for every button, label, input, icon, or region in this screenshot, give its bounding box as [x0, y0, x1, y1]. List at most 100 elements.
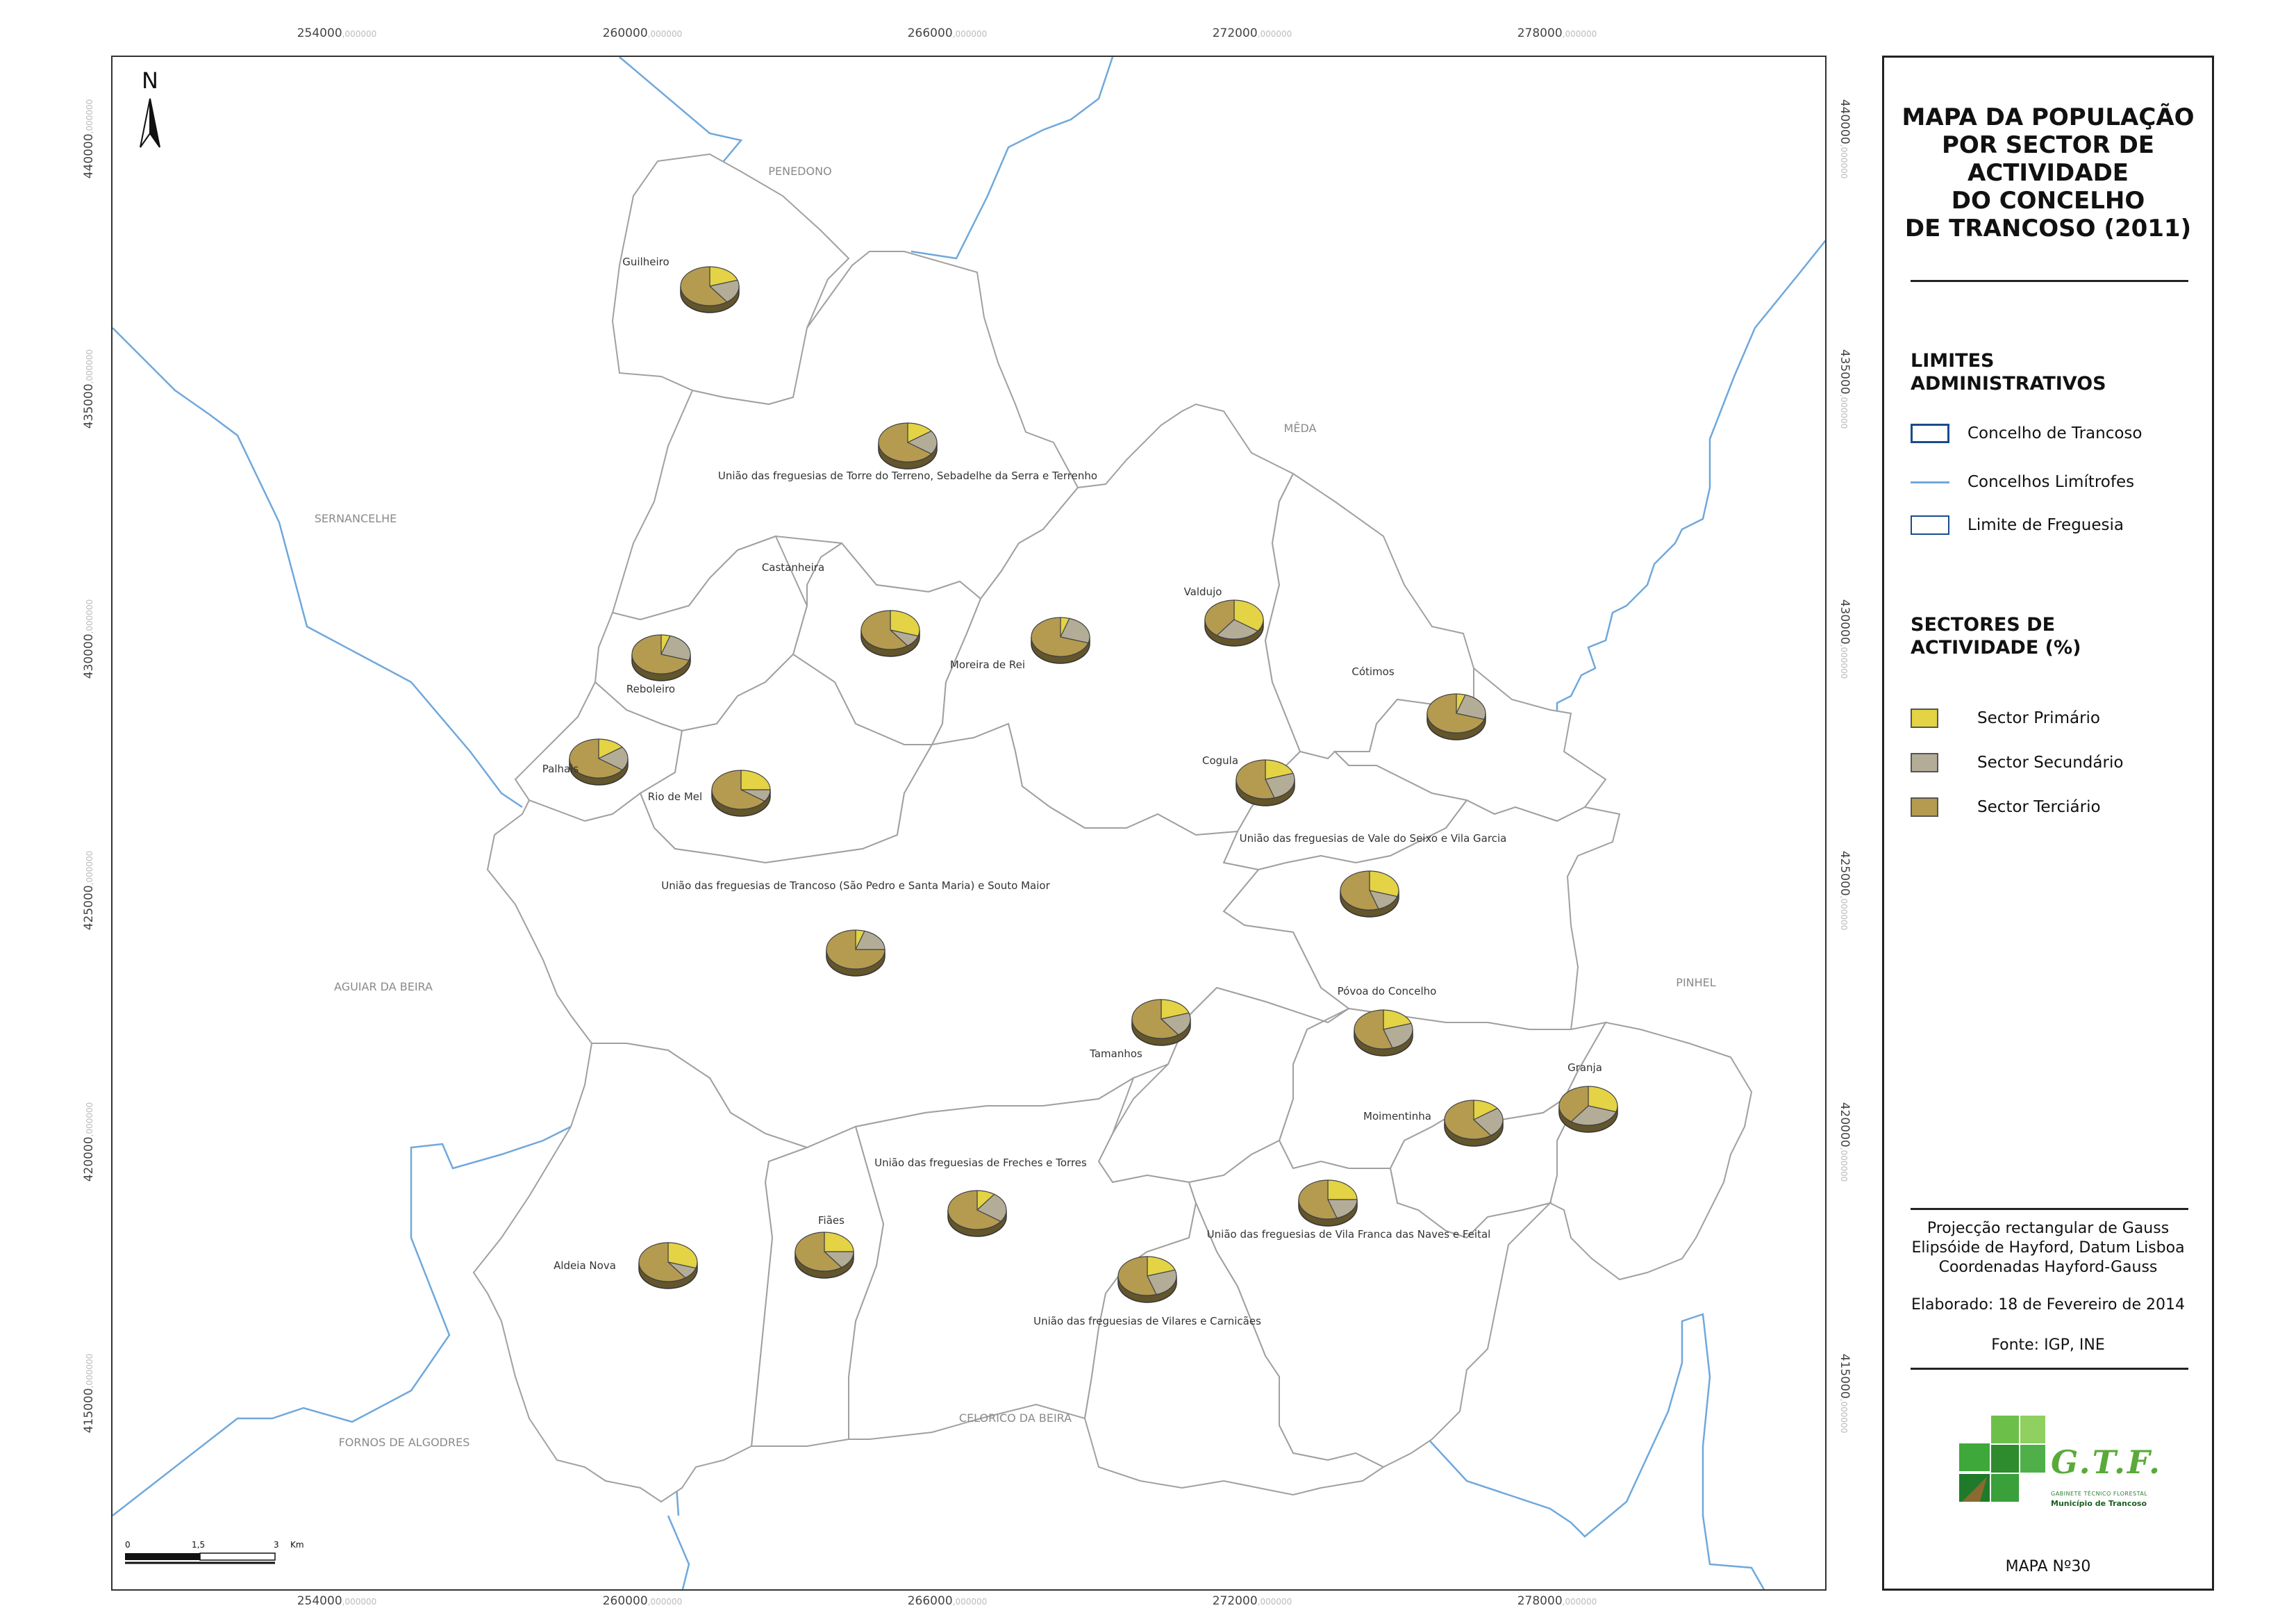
limits-section-title: LIMITES ADMINISTRATIVOS [1911, 349, 2106, 395]
pie-chart[interactable] [1298, 1179, 1358, 1227]
parish-boundaries [472, 153, 1753, 1503]
river-line-north-b [910, 57, 1114, 260]
pie-chart[interactable] [1031, 617, 1090, 664]
pie-chart[interactable] [878, 422, 938, 470]
grid-label-top: 260000,000000 [602, 26, 683, 40]
grid-label-right: 415000,000000 [1838, 1353, 1852, 1434]
grid-label-top: 278000,000000 [1517, 26, 1597, 40]
pie-chart[interactable] [1444, 1100, 1504, 1147]
primario-swatch [1911, 709, 1938, 728]
pie-chart[interactable] [711, 770, 771, 817]
pie-chart[interactable] [1354, 1009, 1413, 1057]
north-arrow-right-half [149, 98, 160, 148]
neighbor-label: MÊDA [1284, 422, 1317, 435]
grid-label-left: 415000,000000 [82, 1353, 96, 1434]
scale-bar: 0 1,5 3 Km [125, 1540, 304, 1564]
legend-row-limitrofes: Concelhos Limítrofes [1911, 470, 2134, 494]
parish-label: Moimentinha [1363, 1110, 1431, 1122]
grid-label-bottom: 272000,000000 [1212, 1594, 1292, 1608]
data-source: Fonte: IGP, INE [1991, 1336, 2105, 1354]
grid-label-right: 430000,000000 [1838, 599, 1852, 679]
parish-label: Granja [1567, 1061, 1602, 1074]
pie-chart[interactable] [1117, 1256, 1177, 1303]
legend-row-primario: Sector Primário [1911, 706, 2100, 730]
pie-chart[interactable] [1340, 870, 1399, 918]
parish-label: Valdujo [1184, 586, 1222, 598]
parish-label: Reboleiro [626, 683, 675, 695]
map-number: MAPA Nº30 [2005, 1558, 2091, 1575]
map-title-line: MAPA DA POPULAÇÃO [1902, 103, 2195, 131]
north-arrow: N [140, 67, 160, 148]
elaborated-date: Elaborado: 18 de Fevereiro de 2014 [1911, 1296, 2185, 1314]
grid-label-bottom: 266000,000000 [907, 1594, 988, 1608]
projection-line: Elipsóide de Hayford, Datum Lisboa [1911, 1239, 2185, 1257]
grid-label-top: 266000,000000 [907, 26, 988, 40]
gtf-logo: G.T.F. GABINETE TÉCNICO FLORESTAL Municí… [1959, 1416, 2160, 1520]
legend-row-terciario: Sector Terciário [1911, 795, 2101, 819]
pie-chart[interactable] [1426, 693, 1486, 740]
grid-label-bottom: 254000,000000 [297, 1594, 377, 1608]
neighbor-label: AGUIAR DA BEIRA [334, 980, 433, 993]
scale-bar-seg-1 [125, 1553, 200, 1560]
legend-label: Sector Terciário [1977, 798, 2101, 816]
map-title-line: POR SECTOR DE [1941, 131, 2155, 159]
parish-label: Aldeia Nova [554, 1259, 616, 1272]
parish-label: Cogula [1202, 754, 1238, 767]
neighbor-label: SERNANCELHE [315, 512, 397, 525]
pie-chart[interactable] [569, 738, 629, 786]
pie-chart[interactable] [947, 1190, 1007, 1237]
legend-row-concelho: Concelho de Trancoso [1911, 422, 2142, 445]
north-arrow-label: N [142, 67, 158, 94]
grid-label-left: 435000,000000 [82, 349, 96, 429]
pie-chart[interactable] [860, 610, 920, 657]
pie-chart[interactable] [1558, 1086, 1618, 1133]
concelho-swatch [1911, 424, 1949, 443]
parish-label: Tamanhos [1089, 1047, 1142, 1060]
gtf-logo-cross [1959, 1416, 2045, 1502]
parish-label: Póvoa do Concelho [1338, 985, 1437, 997]
secundario-swatch [1911, 753, 1938, 772]
river-line-east [1514, 239, 1825, 752]
grid-label-left: 430000,000000 [82, 599, 96, 679]
map-title-line: ACTIVIDADE [1967, 159, 2129, 187]
parish-label: Guilheiro [622, 256, 669, 268]
sectors-title-line: ACTIVIDADE (%) [1911, 637, 2081, 658]
scale-bar-seg-2 [199, 1552, 276, 1561]
legend-label: Concelho de Trancoso [1968, 424, 2143, 442]
grid-label-left: 425000,000000 [82, 850, 96, 931]
parish-label: União das freguesias de Vale do Seixo e … [1240, 832, 1507, 845]
pie-chart[interactable] [638, 1242, 698, 1289]
limitrofes-swatch [1911, 481, 1949, 483]
info-divider-top [1911, 1208, 2188, 1210]
pie-chart[interactable] [826, 929, 885, 977]
terciario-swatch [1911, 797, 1938, 817]
parish-label: União das freguesias de Vila Franca das … [1207, 1228, 1491, 1241]
pie-chart[interactable] [1131, 999, 1191, 1046]
legend-label: Concelhos Limítrofes [1968, 473, 2135, 491]
parish-label: União das freguesias de Torre do Terreno… [718, 470, 1097, 482]
parish-label: União das freguesias de Trancoso (São Pe… [661, 879, 1050, 892]
neighbor-label: PINHEL [1676, 976, 1715, 989]
legend-label: Sector Secundário [1977, 754, 2124, 772]
scale-label-unit: Km [290, 1540, 304, 1550]
pie-chart[interactable] [795, 1232, 854, 1279]
freguesia-swatch [1911, 515, 1949, 535]
projection-line: Projecção rectangular de Gauss [1927, 1220, 2170, 1237]
limits-title-line: LIMITES [1911, 350, 1995, 372]
scale-label-0: 0 [125, 1540, 131, 1550]
pie-chart[interactable] [631, 634, 691, 681]
grid-label-top: 272000,000000 [1212, 26, 1292, 40]
grid-label-left: 420000,000000 [82, 1102, 96, 1182]
map-title-line: DE TRANCOSO (2011) [1904, 215, 2192, 242]
grid-label-right: 435000,000000 [1838, 349, 1852, 429]
pie-chart[interactable] [1236, 759, 1295, 806]
legend-row-secundario: Sector Secundário [1911, 751, 2123, 774]
pie-chart[interactable] [1204, 599, 1264, 647]
parish-label: União das freguesias de Vilares e Carnic… [1033, 1315, 1261, 1327]
map-canvas[interactable]: PENEDONO SERNANCELHE MÊDA AGUIAR DA BEIRA PI… [113, 57, 1827, 1591]
neighbor-label: FORNOS DE ALGODRES [339, 1436, 470, 1449]
pie-chart[interactable] [680, 266, 740, 313]
grid-label-right: 440000,000000 [1838, 99, 1852, 179]
legend-panel: MAPA DA POPULAÇÃO POR SECTOR DE ACTIVIDA… [1882, 56, 2214, 1591]
parish-label: Cótimos [1351, 665, 1394, 678]
